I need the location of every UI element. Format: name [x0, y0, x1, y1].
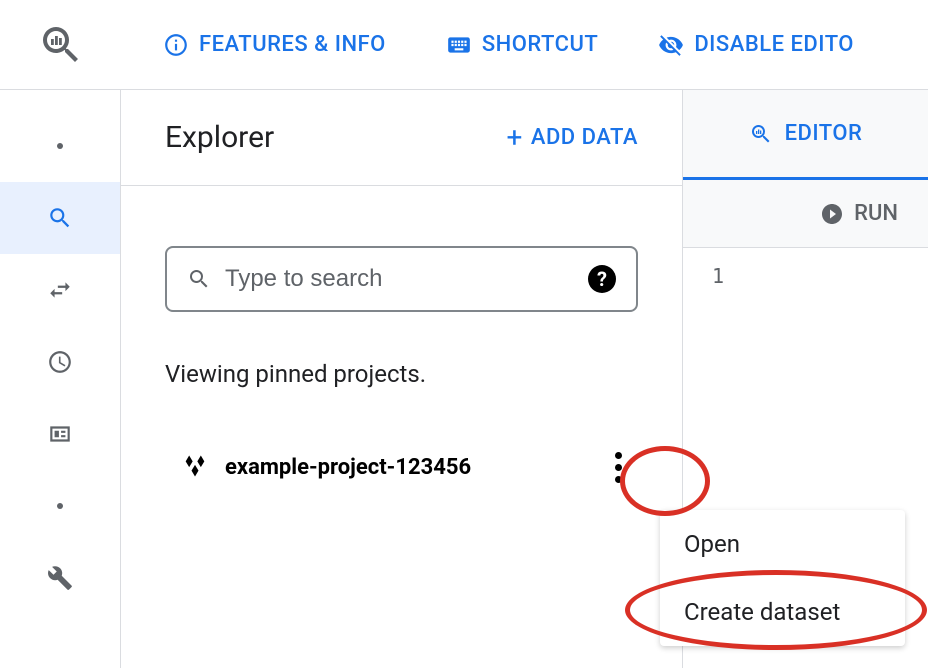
- search-icon: [187, 267, 211, 291]
- features-info-button[interactable]: FEATURES & INFO: [163, 32, 386, 58]
- shortcut-label: SHORTCUT: [482, 32, 598, 57]
- clock-icon: [47, 349, 73, 375]
- editor-tab[interactable]: EDITOR: [683, 90, 928, 180]
- project-name: example-project-123456: [225, 455, 598, 480]
- explorer-panel: Explorer + ADD DATA ? Viewing pinned pro…: [121, 90, 683, 668]
- panels-icon: [47, 421, 73, 447]
- disable-editor-label: DISABLE EDITO: [694, 32, 854, 57]
- left-nav-rail: [0, 90, 121, 668]
- add-data-button[interactable]: + ADD DATA: [506, 124, 638, 152]
- project-actions-button[interactable]: [598, 444, 638, 491]
- magnify-chart-icon: [749, 122, 773, 146]
- rail-item-search[interactable]: [0, 182, 120, 254]
- menu-create-dataset[interactable]: Create dataset: [660, 578, 905, 646]
- search-input[interactable]: [225, 265, 574, 293]
- rail-item-resources[interactable]: [0, 398, 120, 470]
- search-box[interactable]: ?: [165, 246, 638, 312]
- project-context-menu: Open Create dataset: [660, 510, 905, 646]
- info-icon: [163, 32, 189, 58]
- disable-editor-button[interactable]: DISABLE EDITO: [658, 32, 854, 58]
- project-hex-icon: [181, 452, 209, 484]
- editor-tab-label: EDITOR: [785, 121, 863, 146]
- rail-item-dot-1[interactable]: [0, 110, 120, 182]
- menu-open[interactable]: Open: [660, 510, 905, 578]
- shortcut-button[interactable]: SHORTCUT: [446, 32, 598, 58]
- add-data-label: ADD DATA: [531, 125, 638, 150]
- magnify-chart-icon: [37, 21, 85, 69]
- plus-icon: +: [506, 124, 522, 152]
- help-icon[interactable]: ?: [588, 265, 616, 293]
- rail-item-dot-2[interactable]: [0, 470, 120, 542]
- app-logo[interactable]: [0, 0, 121, 90]
- wrench-icon: [47, 565, 73, 591]
- project-row[interactable]: example-project-123456: [121, 388, 682, 491]
- swap-icon: [47, 277, 73, 303]
- rail-item-history[interactable]: [0, 326, 120, 398]
- rail-item-transfers[interactable]: [0, 254, 120, 326]
- search-icon: [47, 205, 73, 231]
- features-info-label: FEATURES & INFO: [199, 32, 386, 57]
- rail-item-settings[interactable]: [0, 542, 120, 614]
- explorer-title: Explorer: [165, 120, 274, 155]
- visibility-off-icon: [658, 32, 684, 58]
- keyboard-icon: [446, 32, 472, 58]
- viewing-status: Viewing pinned projects.: [121, 312, 682, 388]
- run-button[interactable]: RUN: [854, 201, 898, 226]
- play-icon: [820, 202, 844, 226]
